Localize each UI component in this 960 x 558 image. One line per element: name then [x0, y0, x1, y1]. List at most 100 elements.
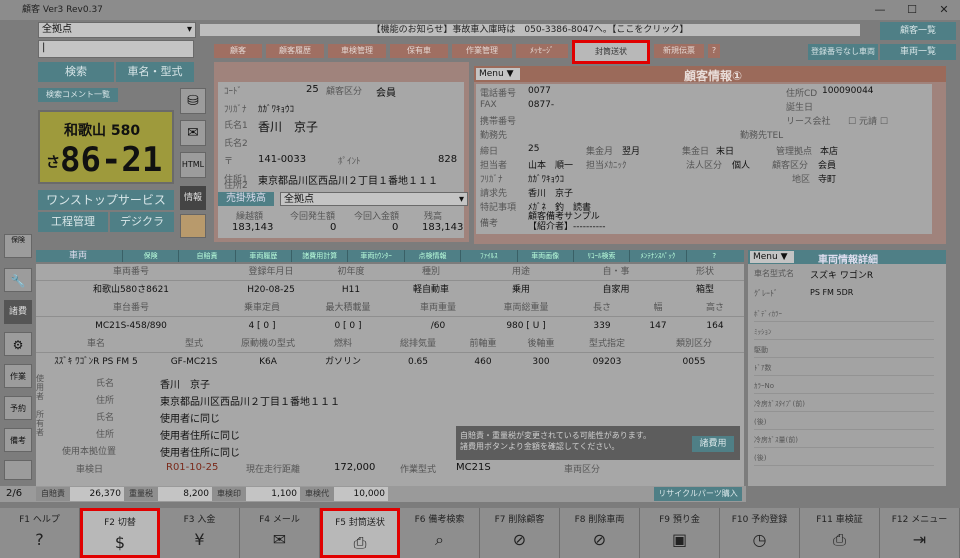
fkey-payment-button[interactable]: F3 入金 ¥ [160, 508, 240, 558]
vehicle-tab[interactable]: ? [685, 250, 742, 262]
balance-store-select[interactable]: 全拠点 ▾ [280, 192, 468, 206]
grid-cell[interactable]: GF-MC21S [156, 354, 232, 371]
card-icon[interactable]: 情報 [180, 186, 206, 210]
settings-icon[interactable]: ⚙ [4, 332, 32, 356]
html-icon[interactable]: HTML [180, 152, 206, 178]
fee-value[interactable]: 1,100 [246, 487, 300, 501]
minimize-button[interactable]: — [864, 0, 896, 20]
vehicle-tab[interactable]: 保険 [122, 250, 178, 262]
grid-cell[interactable]: 339 [574, 318, 630, 335]
store-select[interactable]: 全拠点 ▾ [38, 22, 196, 38]
grid-cell[interactable]: /60 [398, 318, 478, 335]
notice-bar[interactable]: 【機能のお知らせ】事故車入庫時は 050-3386-8047へ。【ここをクリック… [200, 24, 860, 36]
grid-cell[interactable]: H11 [316, 282, 386, 299]
fkey-mail-button[interactable]: F4 メール ✉ [240, 508, 320, 558]
detail-menu-button[interactable]: Menu ▼ [750, 251, 794, 263]
grid-cell[interactable]: 980 [ U ] [478, 318, 574, 335]
search-comment-button[interactable]: 検索コメント一覧 [38, 88, 118, 102]
grid-cell[interactable]: 乗用 [476, 282, 566, 299]
maximize-button[interactable]: ☐ [896, 0, 928, 20]
fkey-memo-search-button[interactable]: F6 備考検索 ⌕ [400, 508, 480, 558]
grid-header: 種別 [386, 264, 476, 281]
list-icon[interactable] [4, 460, 32, 480]
fee-value[interactable]: 8,200 [158, 487, 212, 501]
lease-checkbox[interactable]: ☐ 元請 ☐ [848, 114, 888, 127]
work-type-value: MC21S [456, 462, 491, 473]
vehicle-tab[interactable]: 自賠責 [178, 250, 234, 262]
vehicle-tab[interactable]: 点検情報 [403, 250, 460, 262]
vehicle-tab[interactable]: ﾒﾝﾃﾅﾝｽﾊﾟｯｸ [629, 250, 685, 262]
vehicle-tab[interactable]: 車両画像 [516, 250, 573, 262]
tab-owned[interactable]: 保有車 [390, 44, 448, 58]
corp-value: 個人 [732, 161, 751, 171]
tab-new-slip[interactable]: 新規伝票 [654, 44, 704, 58]
detail-row-label: ｶﾗｰNo [754, 378, 934, 394]
recycle-parts-button[interactable]: リサイクルパーツ購入 [654, 487, 742, 501]
search-input[interactable]: | [38, 40, 194, 58]
insurance-icon[interactable]: 保険 [4, 234, 32, 258]
memo-icon[interactable]: 備考 [4, 428, 32, 452]
fee-value[interactable]: 10,000 [334, 487, 388, 501]
tab-inspection[interactable]: 車検管理 [328, 44, 386, 58]
grid-cell[interactable]: 09203 [570, 354, 644, 371]
grid-cell[interactable]: 0.65 [382, 354, 454, 371]
fkey-deposit-button[interactable]: F9 預り金 ▣ [640, 508, 720, 558]
one-stop-button[interactable]: ワンストップサービス [38, 190, 174, 210]
fees-button[interactable]: 諸費用 [692, 436, 734, 452]
database-icon[interactable]: ⛁ [180, 88, 206, 114]
grid-cell[interactable]: 0055 [644, 354, 744, 371]
person-photo-icon[interactable] [180, 214, 206, 238]
fkey-envelope-button[interactable]: F5 封筒送状 ⎙ [320, 508, 400, 558]
grid-cell[interactable]: ｽｽﾞｷ ﾜｺﾞﾝR PS FM 5 [36, 354, 156, 371]
fkey-reservation-button[interactable]: F10 予約登録 ◷ [720, 508, 800, 558]
tab-customer[interactable]: 顧客 [214, 44, 262, 58]
grid-cell[interactable]: 軽自動車 [386, 282, 476, 299]
fkey-menu-button[interactable]: F12 メニュー ⇥ [880, 508, 960, 558]
vehicle-tab[interactable]: 諸費用計算 [291, 250, 347, 262]
vehicle-tab[interactable]: 車両履歴 [234, 250, 291, 262]
info-menu-button[interactable]: Menu ▼ [476, 68, 520, 80]
vehicle-tab[interactable]: ﾌｧｲﾙｽ [460, 250, 516, 262]
grid-cell[interactable]: 300 [512, 354, 570, 371]
wrench-icon[interactable]: 🔧 [4, 268, 32, 292]
grid-cell[interactable]: H20-08-25 [226, 282, 316, 299]
grid-cell[interactable]: MC21S-458/890 [36, 318, 226, 335]
digikura-button[interactable]: デジクラ [110, 212, 174, 232]
grid-cell[interactable]: 0 [ 0 ] [298, 318, 398, 335]
mail-icon[interactable]: ✉ [180, 120, 206, 146]
fkey-switch-button[interactable]: F2 切替 $ [80, 508, 160, 558]
tab-help[interactable]: ? [708, 44, 720, 58]
tab-vehicle[interactable]: 車両 [36, 250, 120, 262]
grid-cell[interactable]: K6A [232, 354, 304, 371]
reserve-icon[interactable]: 予約 [4, 396, 32, 420]
close-button[interactable]: ✕ [928, 0, 960, 20]
tab-envelope[interactable]: 封筒送状 [572, 40, 650, 64]
work-icon[interactable]: 作業 [4, 364, 32, 388]
grid-cell[interactable]: 147 [630, 318, 686, 335]
fkey-deleted-customer-button[interactable]: F7 削除顧客 ⊘ [480, 508, 560, 558]
vehicle-list-button[interactable]: 車両一覧 [880, 44, 956, 60]
search-button[interactable]: 検索 [38, 62, 114, 82]
grid-cell[interactable]: ガソリン [304, 354, 382, 371]
tab-message[interactable]: ﾒｯｾｰｼﾞ [516, 44, 568, 58]
grid-cell[interactable]: 和歌山580さ8621 [36, 282, 226, 299]
tab-history[interactable]: 顧客履歴 [266, 44, 324, 58]
vehicle-tab[interactable]: ﾘｺｰﾙ検索 [572, 250, 629, 262]
vehicle-tab[interactable]: 車両ｶｳﾝﾀｰ [347, 250, 403, 262]
process-button[interactable]: 工程管理 [38, 212, 108, 232]
grid-cell[interactable]: 164 [686, 318, 744, 335]
no-reg-vehicle-button[interactable]: 登録番号なし車両 [808, 44, 878, 60]
fkey-inspection-cert-button[interactable]: F11 車検証 ⎙ [800, 508, 880, 558]
grid-cell[interactable]: 箱型 [666, 282, 744, 299]
grid-cell[interactable]: 自家用 [566, 282, 666, 299]
fkey-deleted-vehicle-button[interactable]: F8 削除車両 ⊘ [560, 508, 640, 558]
fkey-help-button[interactable]: F1 ヘルプ? [0, 508, 80, 558]
fee-value[interactable]: 26,370 [70, 487, 124, 501]
tab-work[interactable]: 作業管理 [452, 44, 512, 58]
model-search-button[interactable]: 車名・型式 [116, 62, 194, 82]
fees-icon[interactable]: 諸費 [4, 300, 32, 324]
grid-cell[interactable]: 460 [454, 354, 512, 371]
block-icon: ⊘ [512, 530, 527, 549]
grid-cell[interactable]: 4 [ 0 ] [226, 318, 298, 335]
customer-list-button[interactable]: 顧客一覧 [880, 22, 956, 40]
